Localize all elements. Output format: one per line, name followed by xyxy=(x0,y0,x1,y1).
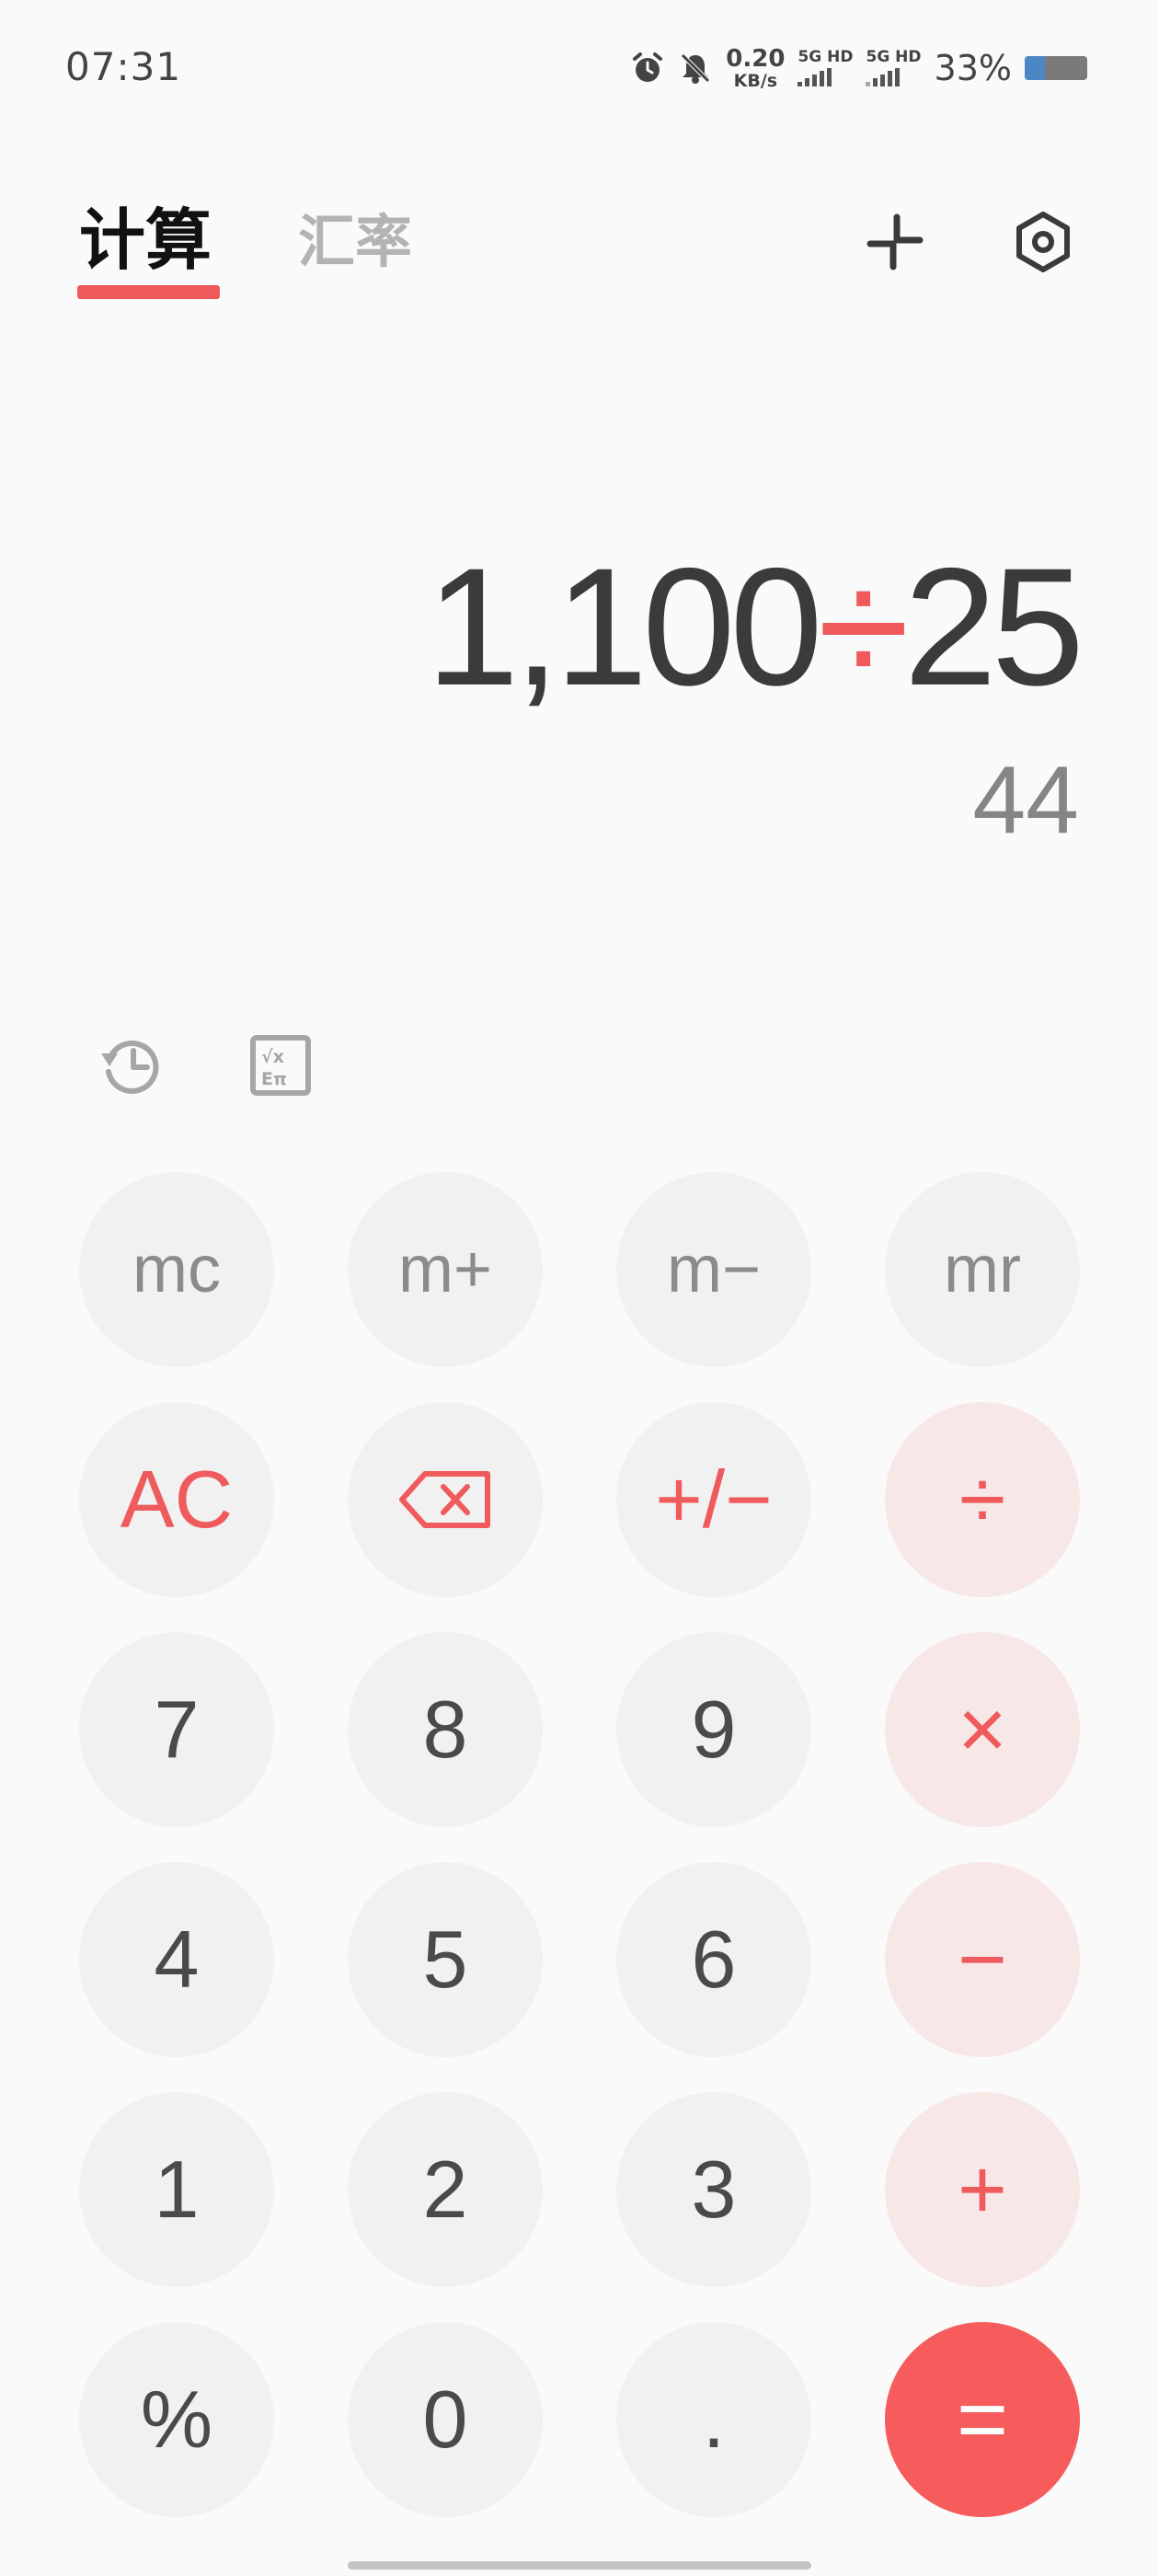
sim2-label: 5G HD xyxy=(866,48,922,66)
backspace-icon xyxy=(399,1471,490,1528)
digit-0-button[interactable]: 0 xyxy=(348,2322,543,2517)
battery-level-fill xyxy=(1025,56,1046,80)
svg-text:Eπ: Eπ xyxy=(261,1069,287,1089)
operator: ÷ xyxy=(817,533,910,720)
result-display: 44 xyxy=(972,747,1079,854)
expression-display: 1,100÷25 xyxy=(426,543,1084,710)
key-label: % xyxy=(140,2374,213,2465)
digit-2-button[interactable]: 2 xyxy=(348,2092,543,2287)
memory-add-button[interactable]: m+ xyxy=(348,1172,543,1367)
key-label: + xyxy=(958,2143,1007,2237)
divide-button[interactable]: ÷ xyxy=(885,1402,1080,1597)
scientific-mode-button[interactable]: √x Eπ xyxy=(241,1026,320,1105)
collapse-icon xyxy=(866,213,924,270)
key-label: = xyxy=(956,2370,1009,2468)
operand-2: 25 xyxy=(903,533,1084,720)
status-time: 07:31 xyxy=(65,44,182,89)
collapse-button[interactable] xyxy=(854,201,936,283)
key-label: m+ xyxy=(397,1233,493,1306)
tab-calculator[interactable]: 计算 xyxy=(79,207,212,273)
decimal-point-button[interactable]: . xyxy=(616,2322,811,2517)
add-button[interactable]: + xyxy=(885,2092,1080,2287)
key-label: × xyxy=(958,1683,1007,1777)
digit-1-button[interactable]: 1 xyxy=(79,2092,274,2287)
digit-5-button[interactable]: 5 xyxy=(348,1862,543,2057)
active-tab-indicator xyxy=(77,285,220,299)
key-label: 9 xyxy=(691,1684,737,1775)
key-label: 1 xyxy=(154,2144,200,2235)
digit-9-button[interactable]: 9 xyxy=(616,1632,811,1827)
subtract-button[interactable]: − xyxy=(885,1862,1080,2057)
key-label: mc xyxy=(132,1233,221,1306)
key-label: mr xyxy=(944,1233,1021,1306)
network-speed: 0.20 KB/s xyxy=(726,47,785,90)
key-label: . xyxy=(702,2374,726,2465)
history-icon xyxy=(101,1041,159,1094)
status-bar: 07:31 0.20 KB/s 5G HD 5G HD 33% xyxy=(0,0,1159,138)
scientific-icon: √x Eπ xyxy=(250,1035,311,1096)
network-speed-unit: KB/s xyxy=(733,70,778,91)
history-button[interactable] xyxy=(92,1026,171,1105)
backspace-button[interactable] xyxy=(348,1402,543,1597)
digit-6-button[interactable]: 6 xyxy=(616,1862,811,2057)
alarm-icon xyxy=(630,51,665,86)
operand-1: 1,100 xyxy=(426,533,822,720)
home-indicator[interactable] xyxy=(348,2561,811,2570)
key-label: m− xyxy=(666,1233,762,1306)
key-label: 3 xyxy=(691,2144,737,2235)
sign-toggle-button[interactable]: +/− xyxy=(616,1402,811,1597)
key-label: ÷ xyxy=(958,1453,1006,1547)
tab-exchange-rate[interactable]: 汇率 xyxy=(298,213,412,270)
battery-percent: 33% xyxy=(934,48,1012,88)
settings-icon xyxy=(1016,212,1070,272)
key-label: +/− xyxy=(655,1454,773,1545)
memory-clear-button[interactable]: mc xyxy=(79,1172,274,1367)
all-clear-button[interactable]: AC xyxy=(79,1402,274,1597)
key-label: 7 xyxy=(154,1684,200,1775)
digit-4-button[interactable]: 4 xyxy=(79,1862,274,2057)
key-label: 0 xyxy=(422,2374,468,2465)
signal-icon xyxy=(798,68,832,86)
key-label: 8 xyxy=(422,1684,468,1775)
memory-recall-button[interactable]: mr xyxy=(885,1172,1080,1367)
digit-7-button[interactable]: 7 xyxy=(79,1632,274,1827)
battery-icon xyxy=(1025,56,1087,80)
key-label: AC xyxy=(120,1454,234,1545)
mute-icon xyxy=(678,51,713,86)
multiply-button[interactable]: × xyxy=(885,1632,1080,1827)
percent-button[interactable]: % xyxy=(79,2322,274,2517)
status-icons: 0.20 KB/s 5G HD 5G HD 33% xyxy=(630,44,1087,92)
network-speed-value: 0.20 xyxy=(726,44,786,73)
sim1-label: 5G HD xyxy=(798,48,854,66)
key-label: 4 xyxy=(154,1914,200,2005)
digit-8-button[interactable]: 8 xyxy=(348,1632,543,1827)
memory-subtract-button[interactable]: m− xyxy=(616,1172,811,1367)
digit-3-button[interactable]: 3 xyxy=(616,2092,811,2287)
key-label: − xyxy=(958,1913,1007,2007)
keypad: mc m+ m− mr AC +/− ÷ 7 8 9 × 4 5 6 − 1 2 3 +% 0. = xyxy=(79,1172,1080,2517)
signal-icon xyxy=(866,68,901,86)
key-label: 2 xyxy=(422,2144,468,2235)
equals-button[interactable]: = xyxy=(885,2322,1080,2517)
sim2-signal: 5G HD xyxy=(866,48,922,86)
settings-button[interactable] xyxy=(1002,201,1084,283)
sim1-signal: 5G HD xyxy=(798,50,853,86)
key-label: 6 xyxy=(691,1914,737,2005)
svg-text:√x: √x xyxy=(261,1047,284,1067)
key-label: 5 xyxy=(422,1914,468,2005)
